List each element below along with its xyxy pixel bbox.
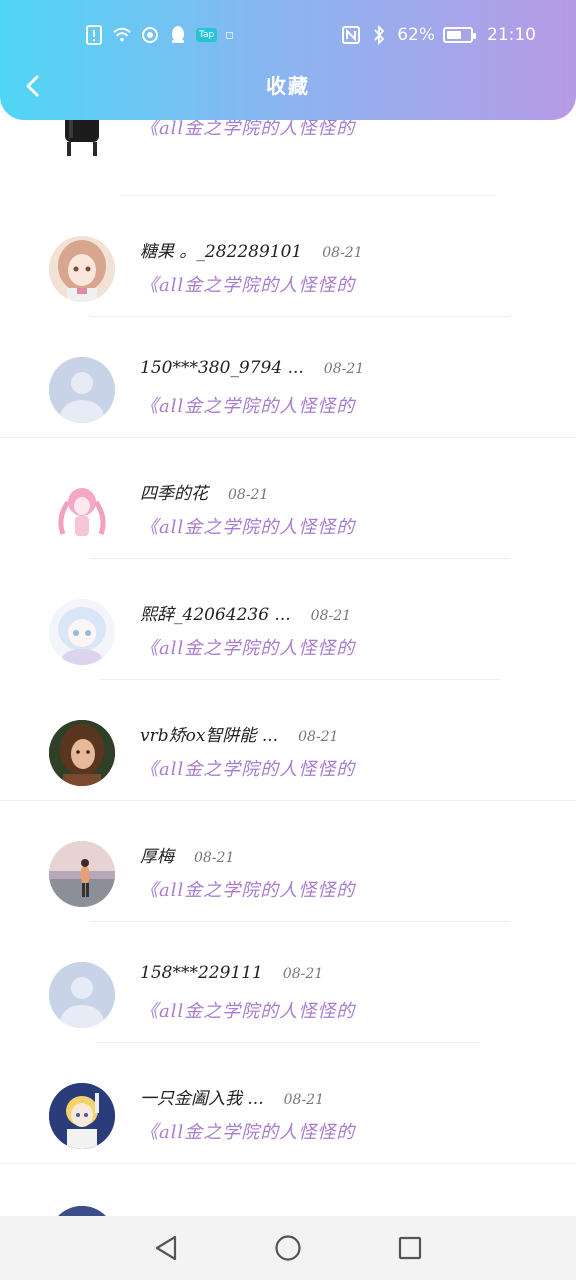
user-name: vrb矫ox智阱能 ... <box>140 726 279 746</box>
list-item[interactable]: 150***380_9794 ... 08-21 《all金之学院的人怪怪的 <box>0 316 576 438</box>
triangle-back-icon <box>155 1235 177 1261</box>
avatar[interactable] <box>49 720 115 786</box>
user-name: 150***380_9794 ... <box>140 358 304 378</box>
page-title: 收藏 <box>266 74 310 98</box>
sync-icon <box>140 24 160 46</box>
wifi-icon <box>112 24 132 46</box>
list-item[interactable] <box>0 1163 576 1216</box>
favorites-list[interactable]: 《all金之学院的人怪怪的 糖果 。_282289101 08-21 《all金… <box>0 110 576 1216</box>
avatar[interactable] <box>49 962 115 1028</box>
tap-app-icon: Tap <box>196 28 218 42</box>
user-name: 158***229111 <box>140 963 263 983</box>
avatar[interactable] <box>49 1083 115 1149</box>
avatar[interactable] <box>49 478 115 544</box>
avatar[interactable] <box>49 357 115 423</box>
header-bar: Tap ◻ 62% 21:10 收藏 <box>0 0 576 120</box>
list-item[interactable]: 厚梅 08-21 《all金之学院的人怪怪的 <box>0 800 576 922</box>
book-title[interactable]: 《all金之学院的人怪怪的 <box>140 513 355 539</box>
status-icons-left: Tap ◻ <box>84 24 234 46</box>
nfc-icon <box>341 24 361 46</box>
favorite-date: 08-21 <box>310 608 352 624</box>
avatar[interactable] <box>49 599 115 665</box>
favorite-date: 08-21 <box>283 1092 324 1108</box>
user-name: 厚梅 <box>140 847 174 867</box>
book-title[interactable]: 《all金之学院的人怪怪的 <box>140 271 355 297</box>
favorite-date: 08-21 <box>282 966 324 982</box>
anime-boy-avatar-icon <box>49 1083 115 1149</box>
battery-percent: 62% <box>397 25 435 45</box>
anime-girl-pink-avatar-icon <box>49 236 115 302</box>
system-navigation-bar <box>0 1216 576 1280</box>
avatar[interactable] <box>49 236 115 302</box>
photo-girl-avatar-icon <box>49 720 115 786</box>
pink-anime-avatar-icon <box>49 478 115 544</box>
list-item[interactable]: 《all金之学院的人怪怪的 <box>0 110 576 196</box>
book-title[interactable]: 《all金之学院的人怪怪的 <box>140 876 355 902</box>
status-icons-right: 62% 21:10 <box>341 24 536 46</box>
book-title[interactable]: 《all金之学院的人怪怪的 <box>140 392 355 418</box>
light-blue-anime-avatar-icon <box>49 599 115 665</box>
book-title[interactable]: 《all金之学院的人怪怪的 <box>140 997 355 1023</box>
book-title[interactable]: 《all金之学院的人怪怪的 <box>140 755 355 781</box>
qq-icon <box>168 24 188 46</box>
back-nav-button[interactable] <box>146 1228 186 1268</box>
battery-icon <box>443 27 476 43</box>
user-name: 一只金阖入我 ... <box>140 1089 264 1109</box>
clock: 21:10 <box>487 25 536 45</box>
user-name: 四季的花 <box>140 484 208 504</box>
status-bar: Tap ◻ 62% 21:10 <box>0 18 576 54</box>
favorite-date: 08-21 <box>298 729 339 745</box>
alert-icon <box>84 24 104 46</box>
user-name: 糖果 。_282289101 <box>140 242 303 262</box>
favorite-date: 08-21 <box>323 361 365 377</box>
favorite-date: 08-21 <box>194 850 235 866</box>
list-item[interactable]: 一只金阖入我 ... 08-21 《all金之学院的人怪怪的 <box>0 1042 576 1164</box>
battery-fill <box>447 31 461 39</box>
book-title[interactable]: 《all金之学院的人怪怪的 <box>140 634 355 660</box>
book-title[interactable]: 《all金之学院的人怪怪的 <box>140 1118 355 1144</box>
avatar[interactable] <box>49 841 115 907</box>
list-item[interactable]: 糖果 。_282289101 08-21 《all金之学院的人怪怪的 <box>0 195 576 317</box>
favorite-date: 08-21 <box>228 487 269 503</box>
recents-nav-button[interactable] <box>390 1228 430 1268</box>
list-item[interactable]: 熙辞_42064236 ... 08-21 《all金之学院的人怪怪的 <box>0 558 576 680</box>
favorite-date: 08-21 <box>322 245 363 261</box>
list-item[interactable]: 158***229111 08-21 《all金之学院的人怪怪的 <box>0 921 576 1043</box>
bluetooth-icon <box>369 24 389 46</box>
default-user-avatar-icon <box>49 962 115 1028</box>
square-recents-icon <box>398 1236 422 1260</box>
user-name: 熙辞_42064236 ... <box>140 605 291 625</box>
landscape-person-avatar-icon <box>49 841 115 907</box>
circle-home-icon <box>275 1235 301 1261</box>
anime-partial-avatar-icon <box>49 1206 115 1216</box>
home-nav-button[interactable] <box>268 1228 308 1268</box>
avatar[interactable] <box>49 1206 115 1216</box>
list-item[interactable]: vrb矫ox智阱能 ... 08-21 《all金之学院的人怪怪的 <box>0 679 576 801</box>
notification-dot-icon: ◻ <box>225 29 234 41</box>
list-item[interactable]: 四季的花 08-21 《all金之学院的人怪怪的 <box>0 437 576 559</box>
default-user-avatar-icon <box>49 357 115 423</box>
